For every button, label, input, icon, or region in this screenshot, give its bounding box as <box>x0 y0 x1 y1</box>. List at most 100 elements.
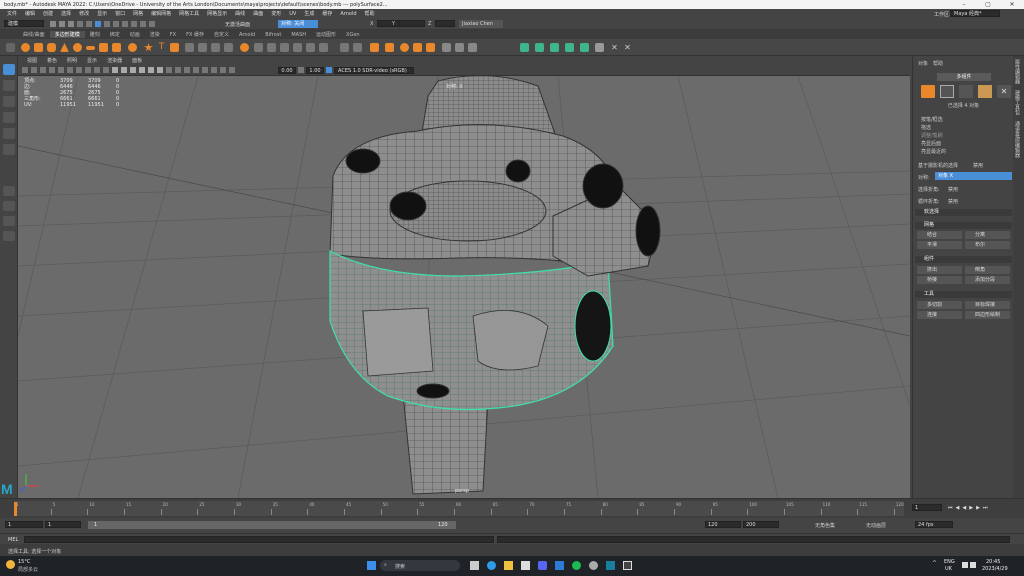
grid-icon[interactable] <box>58 67 64 73</box>
viewport-menu-item[interactable]: 显示 <box>82 57 102 64</box>
multi-cut-button[interactable]: 多切割 <box>917 301 962 309</box>
panel-tab[interactable]: 帮助 <box>933 60 943 67</box>
safe-action-icon[interactable] <box>103 67 109 73</box>
exposure-icon[interactable] <box>229 67 235 73</box>
mirror-icon[interactable] <box>240 43 249 52</box>
menu-item[interactable]: 编辑网格 <box>147 10 175 17</box>
go-start-icon[interactable]: ⏮ <box>948 505 953 511</box>
multi-cut-icon[interactable] <box>319 43 328 52</box>
character-set-select[interactable]: 无角色集 <box>815 522 835 529</box>
lang-region[interactable]: UK <box>945 566 952 572</box>
viewport-menu-item[interactable]: 照明 <box>62 57 82 64</box>
quad-draw-button[interactable]: 四边形绘制 <box>965 311 1010 319</box>
close-icon[interactable]: ✕ <box>1004 0 1020 9</box>
lights-icon[interactable] <box>148 67 154 73</box>
face-mode-icon[interactable] <box>978 85 992 98</box>
object-mode-icon[interactable] <box>921 85 935 98</box>
menu-item[interactable]: 变形 <box>267 10 285 17</box>
grab-icon[interactable] <box>565 43 574 52</box>
wifi-icon[interactable] <box>962 562 968 568</box>
section-tools[interactable]: 工具 <box>915 291 1012 298</box>
extrude-button[interactable]: 挤出 <box>917 266 962 274</box>
auto-uv-icon[interactable] <box>400 43 409 52</box>
uv-editor-icon[interactable] <box>370 43 379 52</box>
view-transform-select[interactable]: ACES 1.0 SDR-video (sRGB) <box>334 67 414 74</box>
menu-item[interactable]: 曲线 <box>231 10 249 17</box>
face-plate-right[interactable] <box>472 310 549 371</box>
ipr-icon[interactable] <box>149 21 155 27</box>
xray-joints-icon[interactable] <box>211 67 217 73</box>
snap-curve-icon[interactable] <box>122 21 128 27</box>
shelf-tab[interactable]: FX 缓存 <box>181 31 209 38</box>
scene-end-field[interactable]: 200 <box>743 521 779 528</box>
panel-tab[interactable]: 对象 <box>918 60 928 67</box>
checker-icon[interactable] <box>595 43 604 52</box>
new-scene-icon[interactable] <box>50 21 56 27</box>
menu-item[interactable]: 修改 <box>75 10 93 17</box>
workspace-select[interactable]: Maya 经典* <box>950 10 1000 17</box>
target-weld-icon[interactable] <box>340 43 349 52</box>
resolution-gate-icon[interactable] <box>76 67 82 73</box>
poly-sphere-icon[interactable] <box>21 43 30 52</box>
isolate-icon[interactable] <box>193 67 199 73</box>
relax-icon[interactable] <box>550 43 559 52</box>
bevel-icon[interactable] <box>267 43 276 52</box>
shelf-tab-active[interactable]: 多边形建模 <box>49 31 85 38</box>
option-backface[interactable]: 亮显后面 <box>921 140 941 147</box>
combine-button[interactable]: 结合 <box>917 231 962 239</box>
viewport-panel[interactable]: 视图 着色 照明 显示 渲染器 面板 0.00 1.00 ACES 1.0 SD… <box>18 56 910 498</box>
camera-based-value[interactable]: 禁用 <box>973 162 983 169</box>
append-icon[interactable] <box>306 43 315 52</box>
menu-item[interactable]: 窗口 <box>111 10 129 17</box>
menu-item[interactable]: 网格 <box>129 10 147 17</box>
move-tool-icon[interactable] <box>3 112 15 123</box>
menu-item[interactable]: 生成 <box>300 10 318 17</box>
z-field[interactable] <box>435 20 455 27</box>
layout-uv-icon[interactable] <box>426 43 435 52</box>
menu-item[interactable]: Arnold <box>336 11 360 17</box>
color-management-icon[interactable] <box>326 67 332 73</box>
menu-item[interactable]: UV <box>285 11 300 17</box>
option-drag[interactable]: 拖选 <box>921 124 931 131</box>
shadows-icon[interactable] <box>157 67 163 73</box>
shelf-tab[interactable]: Arnold <box>234 32 260 38</box>
camera-icon[interactable] <box>22 67 28 73</box>
menu-item[interactable]: 网格显示 <box>203 10 231 17</box>
planar-uv-icon[interactable] <box>385 43 394 52</box>
gamma-field[interactable]: 1.00 <box>306 67 324 74</box>
symmetry-select[interactable]: 对称: 关闭 <box>278 20 318 28</box>
viewport-menu-item[interactable]: 视图 <box>22 57 42 64</box>
mode-select[interactable]: 建模 <box>4 20 44 27</box>
single-view-icon[interactable] <box>3 186 15 196</box>
separate-button[interactable]: 分离 <box>965 231 1010 239</box>
viewport-menu-item[interactable]: 着色 <box>42 57 62 64</box>
explorer-icon[interactable] <box>504 561 513 570</box>
outliner-view-icon[interactable] <box>3 231 15 241</box>
spotify-icon[interactable] <box>572 561 581 570</box>
modeling-toolkit-tab[interactable]: 建模工具包 <box>1013 87 1022 118</box>
bevel-button[interactable]: 倒角 <box>965 266 1010 274</box>
store-icon[interactable] <box>521 561 530 570</box>
target-weld-button[interactable]: 目标焊接 <box>965 301 1010 309</box>
wrench-icon[interactable]: ✕ <box>623 43 632 52</box>
camera-attr-icon[interactable] <box>31 67 37 73</box>
menu-item[interactable]: 选择 <box>57 10 75 17</box>
select-mode-icon[interactable] <box>95 21 101 27</box>
section-components[interactable]: 组件 <box>915 256 1012 263</box>
menu-item[interactable]: 显示 <box>93 10 111 17</box>
shelf-menu-icon[interactable] <box>6 43 15 52</box>
undo-icon[interactable] <box>77 21 83 27</box>
shelf-tab[interactable]: 渲染 <box>145 31 165 38</box>
discord-icon[interactable] <box>538 561 547 570</box>
poly-plane-icon[interactable] <box>86 46 95 50</box>
option-pick[interactable]: 按笔/框选 <box>921 116 943 123</box>
field-chart-icon[interactable] <box>94 67 100 73</box>
fill-hole-icon[interactable] <box>293 43 302 52</box>
mail-icon[interactable] <box>555 561 564 570</box>
volume-icon[interactable] <box>970 562 976 568</box>
bridge-icon[interactable] <box>280 43 289 52</box>
merge-icon[interactable] <box>353 43 362 52</box>
start-icon[interactable] <box>367 561 376 570</box>
menu-item[interactable]: 曲面 <box>249 10 267 17</box>
section-mesh[interactable]: 网格 <box>915 222 1012 229</box>
